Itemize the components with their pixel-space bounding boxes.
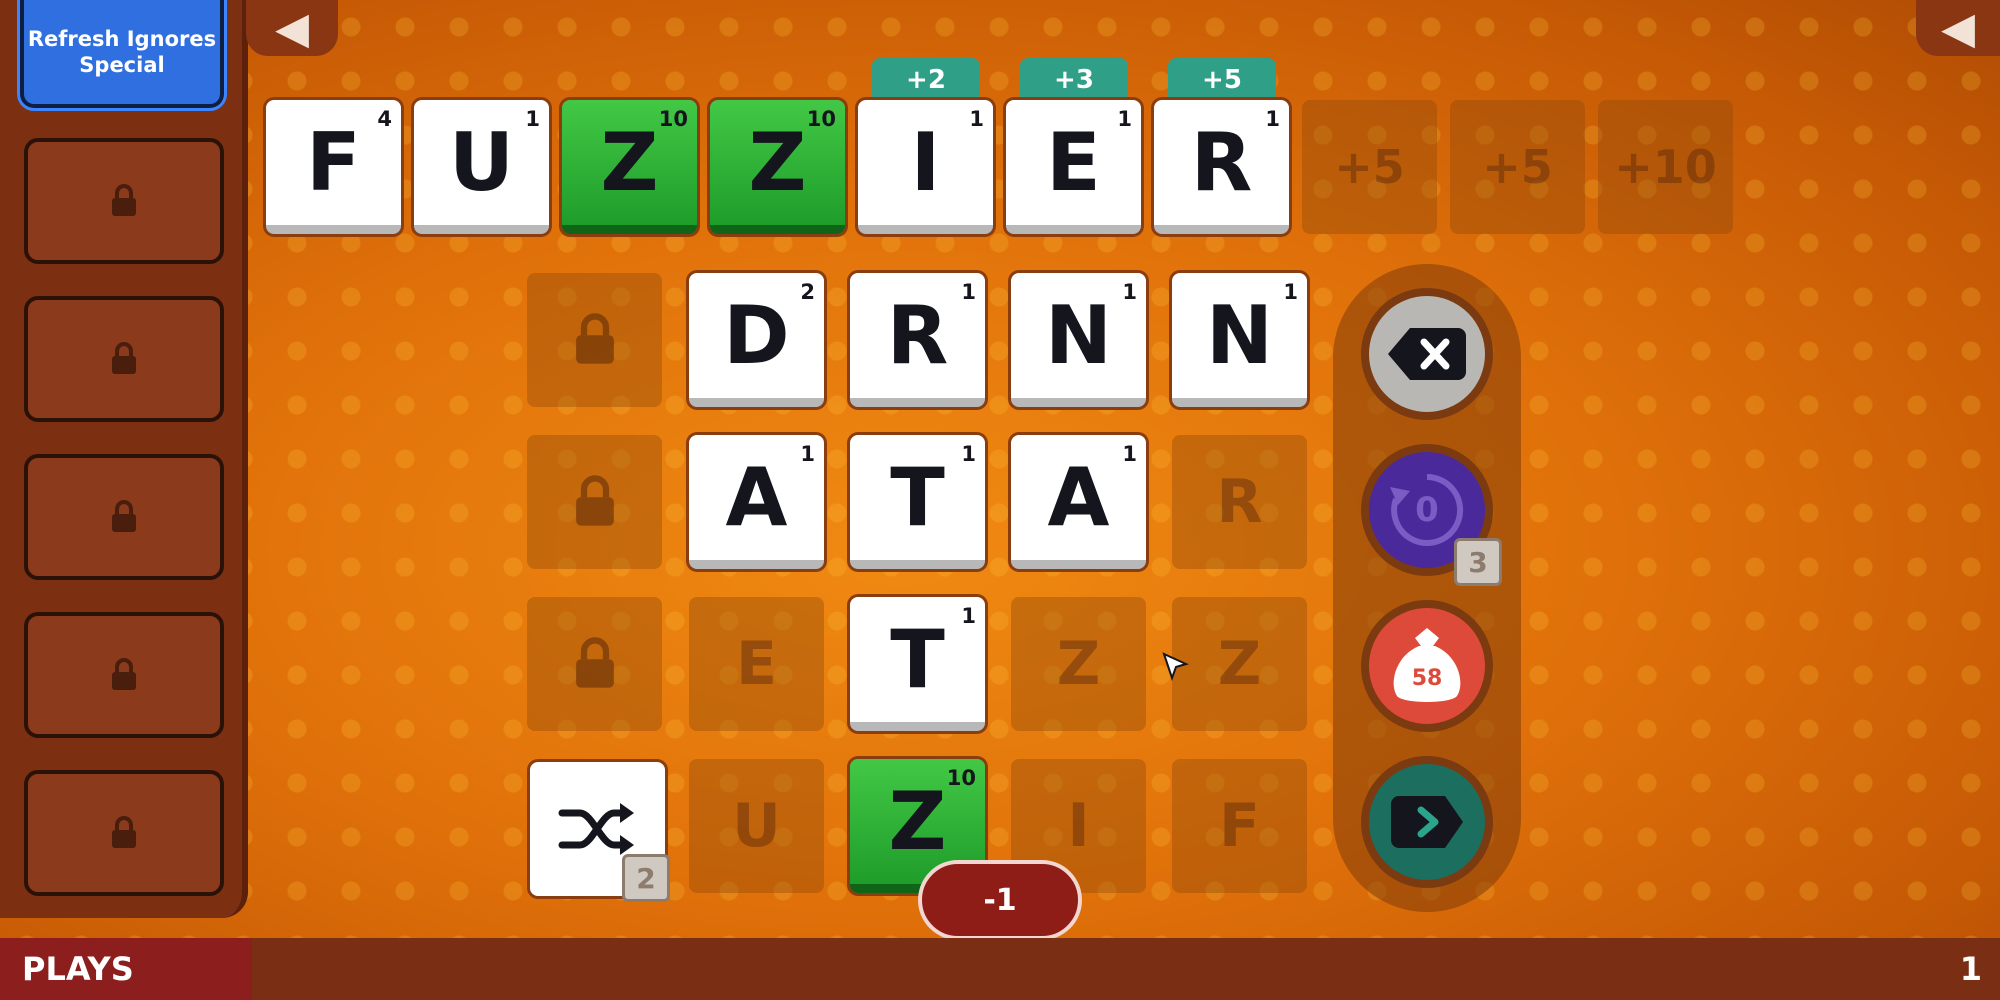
score-delta-badge: -1 (918, 860, 1082, 940)
tile-points: 1 (525, 107, 540, 131)
tile-points: 1 (800, 442, 815, 466)
tile-letter: Z (888, 775, 947, 868)
shuffle-icon (558, 803, 634, 855)
word-tile-special[interactable]: Z 10 (562, 100, 697, 234)
rack-slot-empty: Z (1172, 597, 1307, 731)
tile-letter: A (725, 451, 788, 544)
backspace-button[interactable] (1361, 288, 1493, 420)
pointer-cursor-icon (1162, 652, 1189, 682)
tile-points: 1 (961, 604, 976, 628)
perk-slot-active[interactable]: Refresh Ignores Special (20, 0, 224, 108)
perk-slot-locked[interactable] (24, 138, 224, 264)
rack-slot-empty: R (1172, 435, 1307, 569)
tile-points: 1 (969, 107, 984, 131)
tile-letter: R (1190, 116, 1253, 209)
rack-tile[interactable]: A 1 (1011, 435, 1146, 569)
tile-letter: T (890, 613, 945, 706)
tile-bag-button[interactable]: 58 (1361, 600, 1493, 732)
word-tile[interactable]: U 1 (414, 100, 549, 234)
tile-points: 10 (806, 107, 836, 131)
rack-slot-empty: Z (1011, 597, 1146, 731)
tile-points: 1 (1122, 442, 1137, 466)
triangle-left-icon: ◀ (1941, 2, 1975, 54)
tile-points: 2 (800, 280, 815, 304)
bonus-badge: +3 (1020, 58, 1128, 102)
undo-count-badge: 3 (1454, 538, 1502, 586)
plays-count: 1 (1959, 950, 1982, 988)
tile-letter: I (910, 116, 941, 209)
tile-points: 1 (1117, 107, 1132, 131)
word-tile[interactable]: F 4 (266, 100, 401, 234)
tile-points: 1 (961, 442, 976, 466)
footer-bar (0, 938, 2000, 1000)
lock-icon (112, 184, 136, 216)
rack-slot-empty: F (1172, 759, 1307, 893)
rack-tile[interactable]: A 1 (689, 435, 824, 569)
rack-tile[interactable]: T 1 (850, 435, 985, 569)
tile-points: 1 (1122, 280, 1137, 304)
bonus-badge: +5 (1168, 58, 1276, 102)
bag-count: 58 (1411, 665, 1443, 691)
rack-tile[interactable]: D 2 (689, 273, 824, 407)
rack-slot-locked (527, 435, 662, 569)
tile-letter: N (1045, 289, 1112, 382)
tile-points: 1 (961, 280, 976, 304)
tile-letter: U (449, 116, 514, 209)
lock-icon (112, 500, 136, 532)
empty-bonus-slot: +5 (1302, 100, 1437, 234)
undo-value: 0 (1415, 490, 1439, 530)
rack-tile[interactable]: R 1 (850, 273, 985, 407)
tile-points: 1 (1283, 280, 1298, 304)
lock-icon (575, 637, 614, 688)
menu-arrow-button[interactable]: ◀ (1916, 0, 2000, 56)
perk-slot-locked[interactable] (24, 612, 224, 738)
rack-tile[interactable]: N 1 (1172, 273, 1307, 407)
lock-icon (112, 342, 136, 374)
tile-letter: Z (600, 116, 659, 209)
backspace-icon (1388, 328, 1466, 380)
perk-label: Refresh Ignores Special (27, 27, 217, 77)
rack-slot-locked (527, 597, 662, 731)
tile-letter: N (1206, 289, 1273, 382)
tile-letter: F (306, 116, 361, 209)
rack-slot-locked (527, 273, 662, 407)
tile-letter: D (723, 289, 790, 382)
bonus-badge: +2 (872, 58, 980, 102)
plays-label: PLAYS (0, 938, 252, 1000)
rack-slot-empty: E (689, 597, 824, 731)
tile-points: 10 (946, 766, 976, 790)
perk-slot-locked[interactable] (24, 770, 224, 896)
lock-icon (575, 475, 614, 526)
tile-points: 10 (658, 107, 688, 131)
empty-bonus-slot: +5 (1450, 100, 1585, 234)
triangle-left-icon: ◀ (275, 2, 309, 54)
word-tile[interactable]: R 1 (1154, 100, 1289, 234)
tile-points: 1 (1265, 107, 1280, 131)
lock-icon (112, 658, 136, 690)
word-tile[interactable]: I 1 (858, 100, 993, 234)
back-arrow-button[interactable]: ◀ (246, 0, 338, 56)
tile-letter: T (890, 451, 945, 544)
word-tile[interactable]: E 1 (1006, 100, 1141, 234)
tile-letter: A (1047, 451, 1110, 544)
perk-slot-locked[interactable] (24, 296, 224, 422)
perk-slot-locked[interactable] (24, 454, 224, 580)
submit-arrow-icon (1391, 796, 1463, 848)
lock-icon (575, 313, 614, 364)
rack-tile[interactable]: T 1 (850, 597, 985, 731)
tile-letter: Z (748, 116, 807, 209)
lock-icon (112, 816, 136, 848)
shuffle-count-badge: 2 (622, 854, 670, 902)
empty-bonus-slot: +10 (1598, 100, 1733, 234)
rack-slot-empty: U (689, 759, 824, 893)
tile-letter: R (886, 289, 949, 382)
tile-letter: E (1046, 116, 1101, 209)
rack-tile[interactable]: N 1 (1011, 273, 1146, 407)
tile-points: 4 (377, 107, 392, 131)
submit-button[interactable] (1361, 756, 1493, 888)
word-tile-special[interactable]: Z 10 (710, 100, 845, 234)
